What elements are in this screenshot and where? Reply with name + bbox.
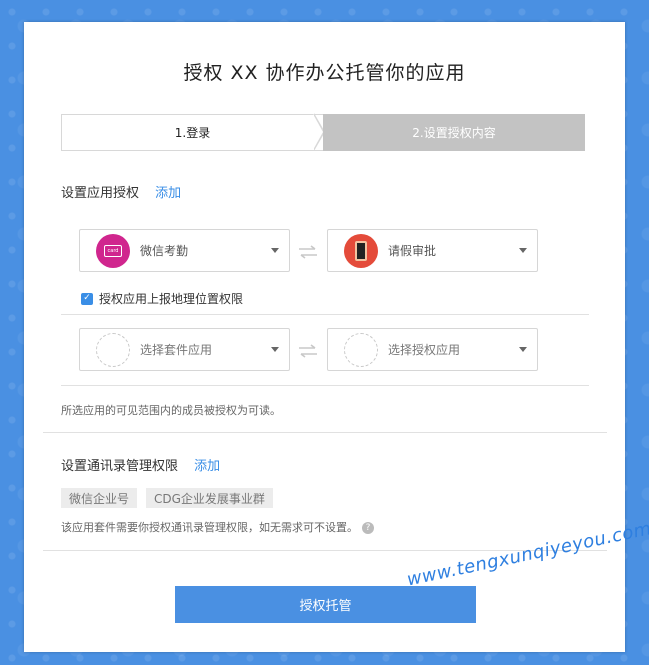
contacts-auth-heading: 设置通讯录管理权限 添加 xyxy=(61,455,220,474)
contacts-auth-note: 该应用套件需要你授权通讯录管理权限，如无需求可不设置。 xyxy=(61,521,358,534)
divider xyxy=(61,314,589,315)
step-login: 1.登录 xyxy=(61,114,323,151)
suite-app-label: 微信考勤 xyxy=(140,244,189,258)
chevron-down-icon xyxy=(519,248,527,253)
chevron-down-icon xyxy=(519,347,527,352)
section-divider xyxy=(43,432,607,433)
step-indicator: 1.登录 2.设置授权内容 xyxy=(61,113,585,151)
auth-app-select-empty[interactable]: 选择授权应用 xyxy=(327,328,538,371)
location-permission-checkbox[interactable]: ✓ xyxy=(81,292,93,305)
contacts-auth-title: 设置通讯录管理权限 xyxy=(61,459,179,474)
app-auth-heading: 设置应用授权 添加 xyxy=(61,182,181,201)
step-arrow xyxy=(313,114,323,150)
divider xyxy=(61,385,589,386)
app-auth-add-link[interactable]: 添加 xyxy=(155,186,181,201)
auth-app-select[interactable]: 请假审批 xyxy=(327,229,538,272)
contacts-auth-add-link[interactable]: 添加 xyxy=(194,459,220,474)
empty-app-icon xyxy=(344,332,378,367)
suite-app-select[interactable]: card 微信考勤 xyxy=(79,229,290,272)
attendance-card-icon: card xyxy=(96,233,130,268)
leave-approval-icon xyxy=(344,233,378,268)
page-title: 授权 XX 协作办公托管你的应用 xyxy=(183,62,466,84)
step-login-label: 1.登录 xyxy=(174,126,211,140)
empty-app-icon xyxy=(96,332,130,367)
chevron-down-icon xyxy=(271,347,279,352)
chevron-down-icon xyxy=(271,248,279,253)
contacts-auth-note-row: 该应用套件需要你授权通讯录管理权限，如无需求可不设置。? xyxy=(61,519,374,535)
location-permission-label: 授权应用上报地理位置权限 xyxy=(99,292,244,306)
app-auth-title: 设置应用授权 xyxy=(61,186,140,201)
step-settings: 2.设置授权内容 xyxy=(323,114,585,151)
authorize-hosting-button[interactable]: 授权托管 xyxy=(175,586,476,623)
contact-tag: 微信企业号 xyxy=(61,488,138,508)
auth-app-label: 请假审批 xyxy=(388,244,437,258)
suite-app-select-empty[interactable]: 选择套件应用 xyxy=(79,328,290,371)
swap-arrows-icon xyxy=(297,343,319,358)
location-permission-row[interactable]: ✓ 授权应用上报地理位置权限 xyxy=(81,290,243,307)
swap-arrows-icon xyxy=(297,244,319,259)
suite-app-placeholder: 选择套件应用 xyxy=(140,343,213,357)
contact-tag: CDG企业发展事业群 xyxy=(146,488,273,508)
help-icon[interactable]: ? xyxy=(362,522,374,534)
step-settings-label: 2.设置授权内容 xyxy=(412,126,496,140)
auth-app-placeholder: 选择授权应用 xyxy=(388,343,461,357)
app-auth-note: 所选应用的可见范围内的成员被授权为可读。 xyxy=(61,404,281,417)
